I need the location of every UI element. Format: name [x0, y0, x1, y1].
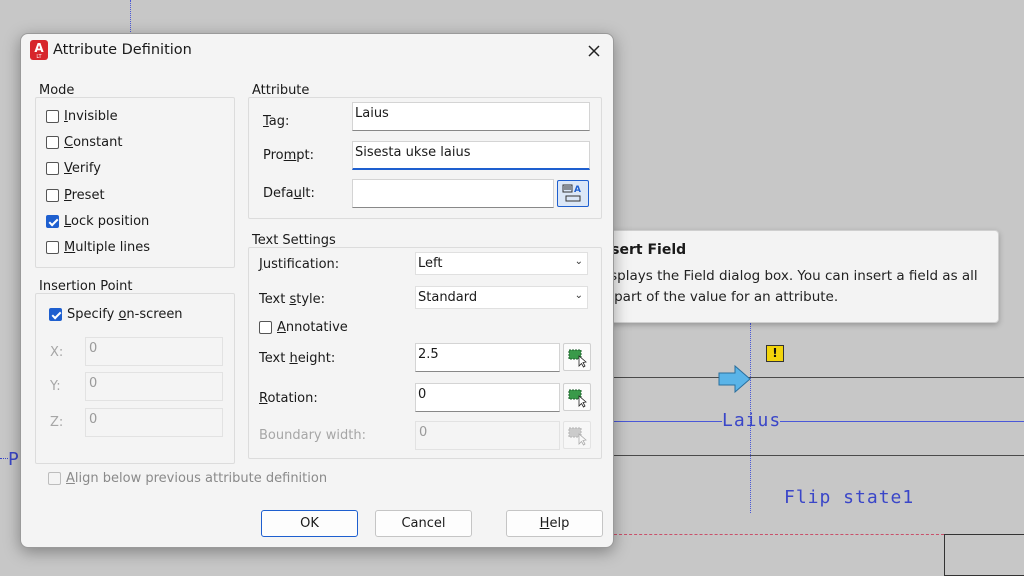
multiple-lines-checkbox-row[interactable]: Multiple lines — [46, 240, 150, 255]
dialog-titlebar[interactable]: A LT Attribute Definition — [21, 34, 613, 68]
specify-on-screen-checkbox-row[interactable]: Specify on-screen — [49, 307, 183, 322]
cancel-button[interactable]: Cancel — [375, 510, 472, 537]
dotted-left-stub — [0, 458, 8, 459]
pick-point-icon — [568, 349, 587, 368]
constant-label: Constant — [64, 135, 123, 150]
door-line-upper — [614, 377, 1024, 378]
lock-position-checkbox-row[interactable]: Lock position — [46, 214, 149, 229]
parameter-text-fragment: P — [8, 449, 20, 470]
verify-label: Verify — [64, 161, 101, 176]
boundary-width-label: Boundary width: — [259, 428, 366, 443]
tooltip-body: Displays the Field dialog box. You can i… — [596, 268, 978, 305]
justification-value: Left — [418, 256, 443, 271]
invisible-label: Invisible — [64, 109, 118, 124]
insert-field-icon: A — [562, 184, 581, 202]
dimension-line-left — [614, 421, 722, 422]
preset-label: Preset — [64, 188, 105, 203]
autocad-lt-app-icon: A LT — [30, 40, 48, 60]
preset-checkbox-row[interactable]: Preset — [46, 188, 105, 203]
y-input[interactable]: 0 — [85, 372, 223, 401]
rotation-input[interactable]: 0 — [415, 383, 560, 412]
text-height-input[interactable]: 2.5 — [415, 343, 560, 372]
text-style-label: Text style: — [259, 292, 325, 307]
dialog-title: Attribute Definition — [53, 42, 192, 58]
text-height-label: Text height: — [259, 351, 336, 366]
tag-label: Tag: — [263, 114, 290, 129]
close-button[interactable] — [580, 38, 608, 64]
align-below-checkbox[interactable] — [48, 472, 61, 485]
mode-group-label: Mode — [39, 83, 75, 98]
warning-icon[interactable]: ! — [766, 345, 784, 362]
text-style-value: Standard — [418, 290, 478, 305]
align-below-checkbox-row[interactable]: Align below previous attribute definitio… — [48, 471, 327, 486]
invisible-checkbox-row[interactable]: Invisible — [46, 109, 118, 124]
prompt-label: Prompt: — [263, 148, 315, 163]
boundary-width-input[interactable]: 0 — [415, 421, 560, 450]
annotative-label: Annotative — [277, 320, 348, 335]
prompt-input[interactable]: Sisesta ukse laius — [352, 141, 590, 170]
justification-label: Justification: — [259, 257, 340, 272]
verify-checkbox-row[interactable]: Verify — [46, 161, 101, 176]
pick-rotation-button[interactable] — [563, 383, 591, 411]
ok-button[interactable]: OK — [261, 510, 358, 537]
flip-grip-arrow-icon[interactable] — [718, 364, 752, 394]
chevron-down-icon: ⌄ — [574, 256, 583, 267]
preset-checkbox[interactable] — [46, 189, 59, 202]
x-input[interactable]: 0 — [85, 337, 223, 366]
insert-field-button[interactable]: A — [557, 180, 589, 207]
tag-input[interactable]: Laius — [352, 102, 590, 131]
lock-position-label: Lock position — [64, 214, 150, 229]
constant-checkbox[interactable] — [46, 136, 59, 149]
text-style-select[interactable]: Standard ⌄ — [415, 286, 588, 309]
pick-boundary-width-button[interactable] — [563, 421, 591, 449]
x-label: X: — [50, 345, 64, 360]
multiple-lines-checkbox[interactable] — [46, 241, 59, 254]
svg-text:A: A — [574, 185, 581, 195]
rotation-label: Rotation: — [259, 391, 318, 406]
insertion-point-group-label: Insertion Point — [39, 279, 133, 294]
cad-rect — [944, 534, 1024, 576]
dimension-line-right — [780, 421, 1024, 422]
insert-field-tooltip: Insert Field Displays the Field dialog b… — [585, 230, 999, 323]
specify-on-screen-checkbox[interactable] — [49, 308, 62, 321]
attribute-text-laius[interactable]: Laius — [722, 410, 781, 431]
pick-point-icon — [568, 427, 587, 446]
help-button[interactable]: Help — [506, 510, 603, 537]
chevron-down-icon: ⌄ — [574, 290, 583, 301]
text-settings-group-label: Text Settings — [252, 233, 336, 248]
justification-select[interactable]: Left ⌄ — [415, 252, 588, 275]
door-line-lower — [614, 455, 1024, 456]
pick-text-height-button[interactable] — [563, 343, 591, 371]
attribute-group-label: Attribute — [252, 83, 310, 98]
construction-line-top — [130, 0, 131, 34]
annotative-checkbox[interactable] — [259, 321, 272, 334]
default-label: Default: — [263, 186, 315, 201]
invisible-checkbox[interactable] — [46, 110, 59, 123]
attribute-definition-dialog: A LT Attribute Definition Mode Invisible… — [20, 33, 614, 548]
verify-checkbox[interactable] — [46, 162, 59, 175]
app-icon-sub: LT — [36, 54, 42, 60]
y-label: Y: — [50, 379, 61, 394]
annotative-checkbox-row[interactable]: Annotative — [259, 320, 348, 335]
pick-point-icon — [568, 389, 587, 408]
z-label: Z: — [50, 415, 64, 430]
z-input[interactable]: 0 — [85, 408, 223, 437]
specify-on-screen-label: Specify on-screen — [67, 307, 183, 322]
close-icon — [588, 45, 600, 57]
dashed-red-line — [614, 534, 944, 535]
parameter-text-flip-state[interactable]: Flip state1 — [784, 487, 914, 508]
tooltip-title: Insert Field — [596, 242, 687, 258]
align-below-label: Align below previous attribute definitio… — [66, 471, 328, 486]
lock-position-checkbox[interactable] — [46, 215, 59, 228]
constant-checkbox-row[interactable]: Constant — [46, 135, 122, 150]
app-icon-letter: A — [34, 41, 44, 55]
multiple-lines-label: Multiple lines — [64, 240, 151, 255]
default-input[interactable] — [352, 179, 554, 208]
